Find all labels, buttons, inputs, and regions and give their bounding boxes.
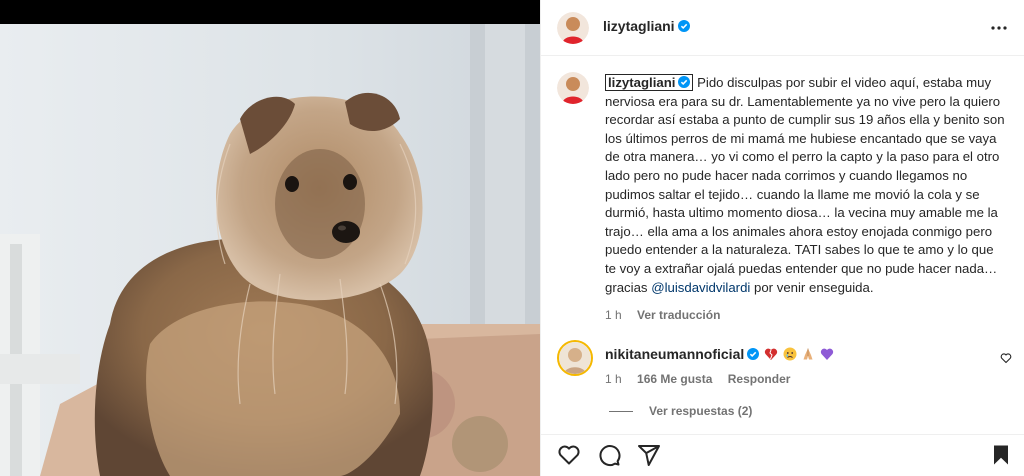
folded-hands-icon <box>803 348 813 360</box>
comment-time[interactable]: 1 h <box>605 372 622 386</box>
view-replies-label[interactable]: Ver respuestas (2) <box>649 404 752 418</box>
author-username-text[interactable]: lizytagliani <box>603 18 675 34</box>
caption-body: Pido disculpas por subir el video aquí, … <box>605 75 1005 295</box>
comment-meta: 1 h 166 Me gusta Responder <box>605 372 802 386</box>
verified-badge-icon <box>677 20 690 32</box>
verified-badge-icon <box>678 76 691 88</box>
bookmark-icon[interactable] <box>989 443 1013 467</box>
purple-heart-icon <box>820 348 834 360</box>
more-horizontal-icon[interactable] <box>987 16 1011 40</box>
author-avatar[interactable] <box>557 12 589 44</box>
verified-badge-icon <box>747 348 760 360</box>
caption-time[interactable]: 1 h <box>605 308 622 322</box>
post-details-panel: lizytagliani lizytagliani Pido disculpas… <box>540 0 1024 476</box>
caption-username[interactable]: lizytagliani <box>605 74 694 91</box>
caption-meta: 1 h Ver traducción <box>605 308 732 322</box>
comment-likes[interactable]: 166 Me gusta <box>637 372 712 386</box>
post-header: lizytagliani <box>541 0 1024 56</box>
post-image[interactable] <box>0 24 540 476</box>
broken-heart-icon <box>764 348 778 360</box>
commenter-avatar[interactable] <box>557 340 593 376</box>
translate-link[interactable]: Ver traducción <box>637 308 720 322</box>
caption-text: lizytagliani Pido disculpas por subir el… <box>605 74 1005 297</box>
like-comment-heart-icon[interactable] <box>1000 352 1012 364</box>
caption-mention-link[interactable]: @luisdavidvilardi <box>651 280 750 295</box>
heart-icon[interactable] <box>557 443 581 467</box>
caption-author-avatar[interactable] <box>557 72 589 104</box>
share-icon[interactable] <box>637 443 661 467</box>
comment: nikitaneumannoficial <box>605 346 834 362</box>
replies-divider <box>609 411 633 413</box>
dog-photo <box>0 24 540 476</box>
author-username[interactable]: lizytagliani <box>603 18 690 36</box>
caption-body-end: por venir enseguida. <box>754 279 874 295</box>
commenter-username[interactable]: nikitaneumannoficial <box>605 346 744 362</box>
view-replies-button[interactable]: Ver respuestas (2) <box>605 404 752 418</box>
reply-button[interactable]: Responder <box>728 372 791 386</box>
crying-face-icon <box>783 347 797 361</box>
action-bar <box>541 434 1024 476</box>
comment-icon[interactable] <box>597 443 621 467</box>
